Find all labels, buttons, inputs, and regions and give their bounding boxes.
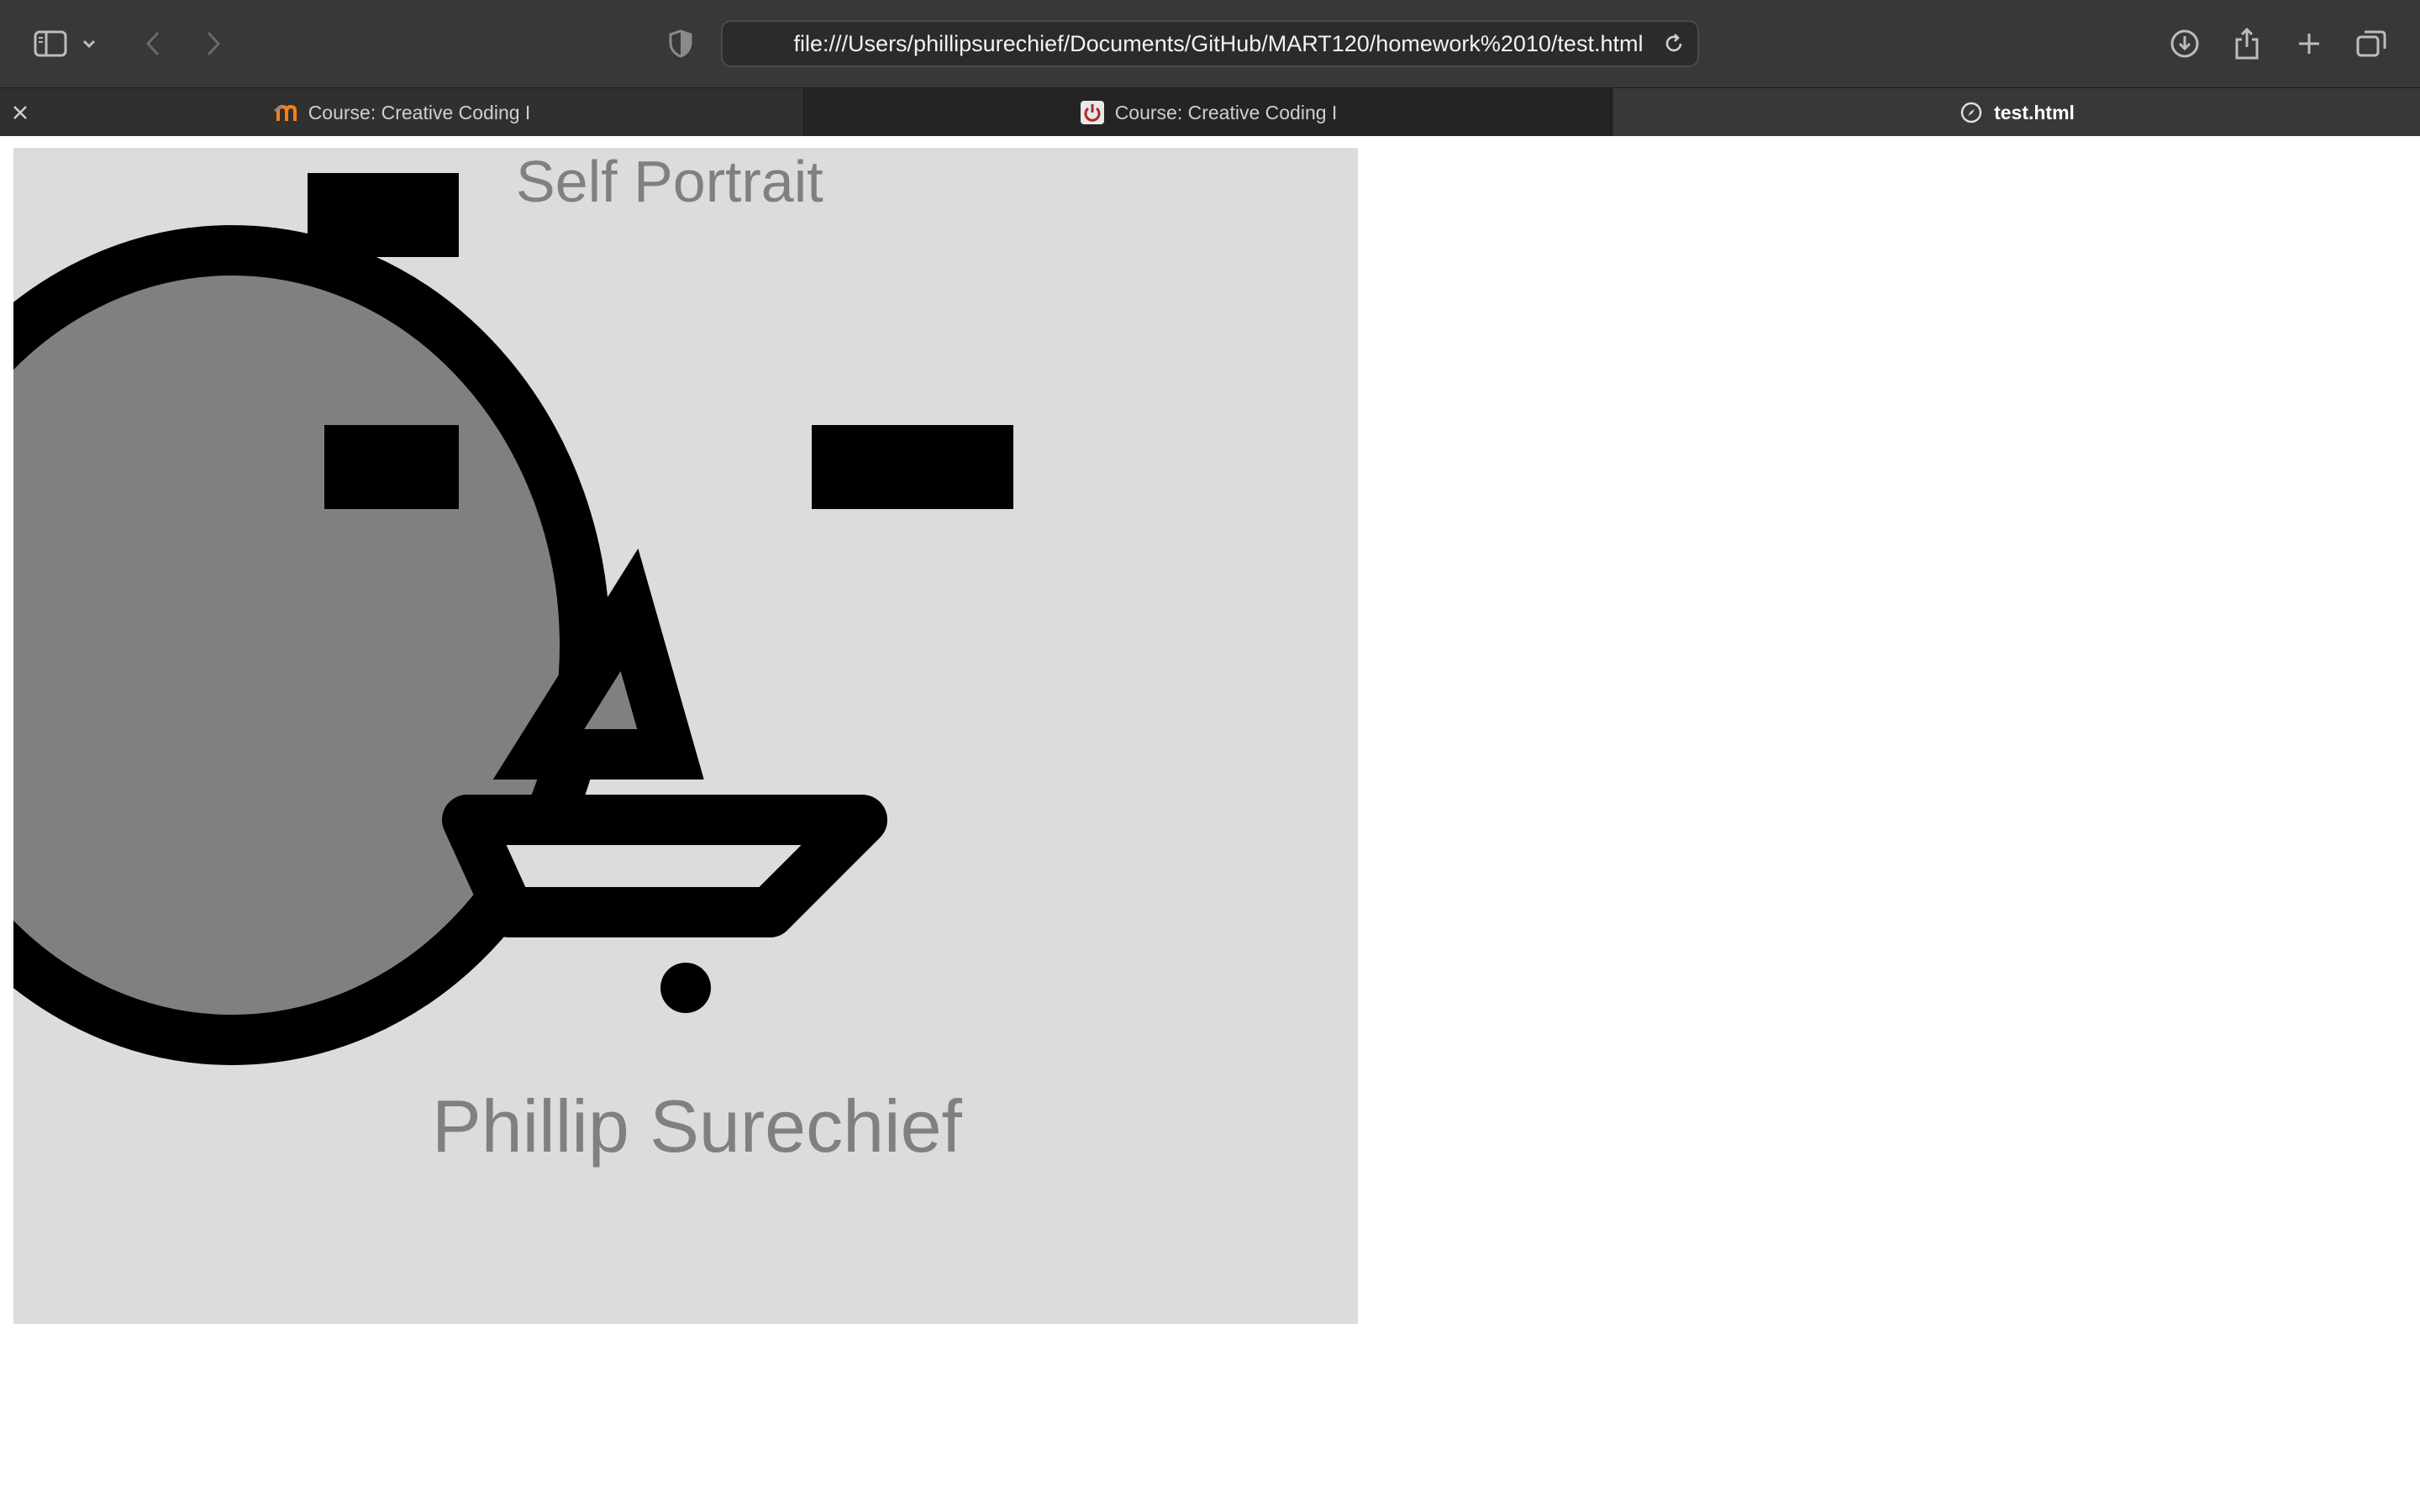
address-bar[interactable]: file:///Users/phillipsurechief/Documents… bbox=[721, 20, 1699, 67]
hair-rect bbox=[308, 173, 459, 257]
back-icon[interactable] bbox=[134, 25, 171, 62]
portrait-canvas: Self Portrait Phillip Surechief bbox=[13, 148, 1358, 1324]
mouth-shape bbox=[442, 795, 887, 937]
moodle-icon bbox=[273, 100, 298, 125]
browser-toolbar: file:///Users/phillipsurechief/Documents… bbox=[0, 0, 2420, 87]
right-eye-rect bbox=[812, 425, 1013, 509]
page-title: Self Portrait bbox=[516, 149, 823, 214]
tab-test-html[interactable]: test.html bbox=[1613, 88, 2420, 137]
chevron-down-icon[interactable] bbox=[77, 25, 101, 62]
tab-label: Course: Creative Coding I bbox=[308, 101, 531, 123]
page-viewport: Self Portrait Phillip Surechief bbox=[0, 136, 2420, 1512]
left-eye-rect bbox=[324, 425, 459, 509]
power-icon bbox=[1080, 100, 1105, 125]
tab-course-2[interactable]: Course: Creative Coding I bbox=[807, 88, 1612, 137]
tab-label: test.html bbox=[1994, 101, 2075, 123]
tab-course-1[interactable]: Course: Creative Coding I bbox=[0, 88, 805, 137]
shield-icon[interactable] bbox=[662, 25, 699, 62]
reload-icon[interactable] bbox=[1659, 29, 1689, 59]
author-name: Phillip Surechief bbox=[432, 1084, 962, 1168]
url-text[interactable]: file:///Users/phillipsurechief/Documents… bbox=[781, 22, 1655, 66]
chin-dot bbox=[660, 963, 711, 1013]
forward-icon[interactable] bbox=[195, 25, 232, 62]
tab-bar: Course: Creative Coding I Course: Creati… bbox=[0, 87, 2420, 137]
tab-label: Course: Creative Coding I bbox=[1114, 101, 1338, 123]
sidebar-icon[interactable] bbox=[32, 25, 69, 62]
new-tab-icon[interactable] bbox=[2291, 25, 2328, 62]
share-icon[interactable] bbox=[2228, 25, 2265, 62]
close-icon[interactable] bbox=[10, 102, 30, 123]
download-icon[interactable] bbox=[2166, 25, 2203, 62]
compass-icon bbox=[1959, 100, 1984, 125]
tab-overview-icon[interactable] bbox=[2353, 25, 2390, 62]
